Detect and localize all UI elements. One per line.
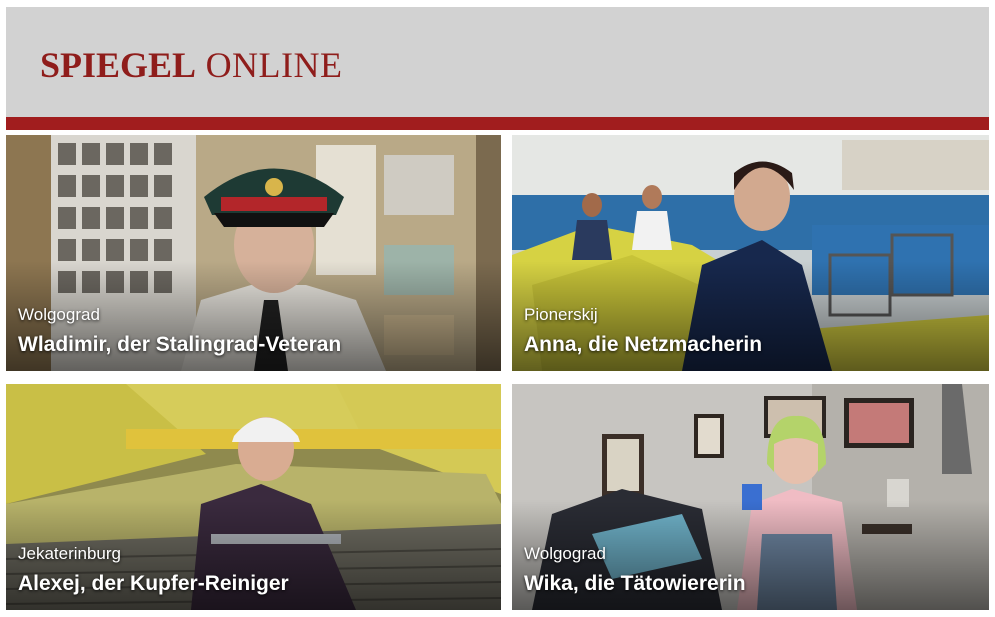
tile-title[interactable]: Wladimir, der Stalingrad-Veteran bbox=[18, 332, 341, 358]
story-tile-anna[interactable]: Pionerskij Anna, die Netzmacherin bbox=[512, 135, 989, 371]
page-frame: SPIEGEL ONLINE Wolgograd Wladimir, der S… bbox=[6, 7, 989, 610]
story-tile-wika[interactable]: Wolgograd Wika, die Tätowiererin bbox=[512, 384, 989, 610]
story-tile-alexej[interactable]: Jekaterinburg Alexej, der Kupfer-Reinige… bbox=[6, 384, 501, 610]
brand-stripe bbox=[6, 117, 989, 130]
tile-place: Wolgograd bbox=[524, 544, 606, 563]
tile-place: Wolgograd bbox=[18, 305, 100, 324]
logo-light-text: ONLINE bbox=[205, 45, 343, 85]
tile-place: Pionerskij bbox=[524, 305, 598, 324]
spiegel-online-logo[interactable]: SPIEGEL ONLINE bbox=[40, 43, 343, 87]
site-header: SPIEGEL ONLINE bbox=[6, 7, 989, 117]
story-tile-wladimir[interactable]: Wolgograd Wladimir, der Stalingrad-Veter… bbox=[6, 135, 501, 371]
tile-place: Jekaterinburg bbox=[18, 544, 122, 563]
logo-bold-text: SPIEGEL bbox=[40, 45, 197, 85]
tile-title[interactable]: Wika, die Tätowiererin bbox=[524, 571, 746, 597]
tile-title[interactable]: Anna, die Netzmacherin bbox=[524, 332, 762, 358]
tile-title[interactable]: Alexej, der Kupfer-Reiniger bbox=[18, 571, 289, 597]
